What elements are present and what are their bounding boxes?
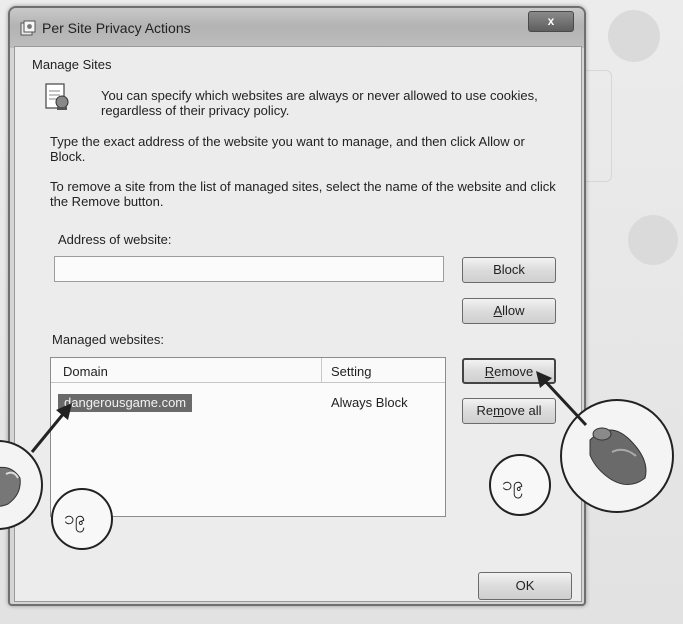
instruction-allow-block: Type the exact address of the website yo… [50,134,525,164]
title-bar: Per Site Privacy Actions x [10,8,584,48]
managed-websites-list[interactable]: Domain Setting dangerousgame.com Always … [50,357,446,517]
row-setting: Always Block [331,395,408,410]
callout-label-right: ၁၉ [502,473,524,495]
address-label: Address of website: [58,232,172,247]
document-info-icon [45,83,69,110]
list-header: Domain Setting [51,358,445,383]
managed-websites-label: Managed websites: [52,332,165,347]
close-button[interactable]: x [528,11,574,32]
column-separator [321,358,322,382]
address-input[interactable] [54,256,444,282]
remove-all-button[interactable]: Remove all [462,398,556,424]
bg-decoration [628,215,678,265]
close-icon: x [547,14,555,28]
ok-button[interactable]: OK [478,572,572,600]
allow-button[interactable]: Allow [462,298,556,324]
callout-label-left: ၁၉ [64,507,86,529]
instruction-remove: To remove a site from the list of manage… [50,179,556,209]
group-title: Manage Sites [32,57,112,72]
bg-decoration [608,10,660,62]
remove-button[interactable]: Remove [462,358,556,384]
column-header-setting[interactable]: Setting [331,364,371,379]
privacy-window-icon [20,20,36,36]
block-button[interactable]: Block [462,257,556,283]
window-title: Per Site Privacy Actions [42,20,191,36]
row-domain[interactable]: dangerousgame.com [58,394,193,412]
dialog-client-area [14,46,582,602]
column-header-domain[interactable]: Domain [63,364,108,379]
info-text: You can specify which websites are alway… [101,88,538,118]
